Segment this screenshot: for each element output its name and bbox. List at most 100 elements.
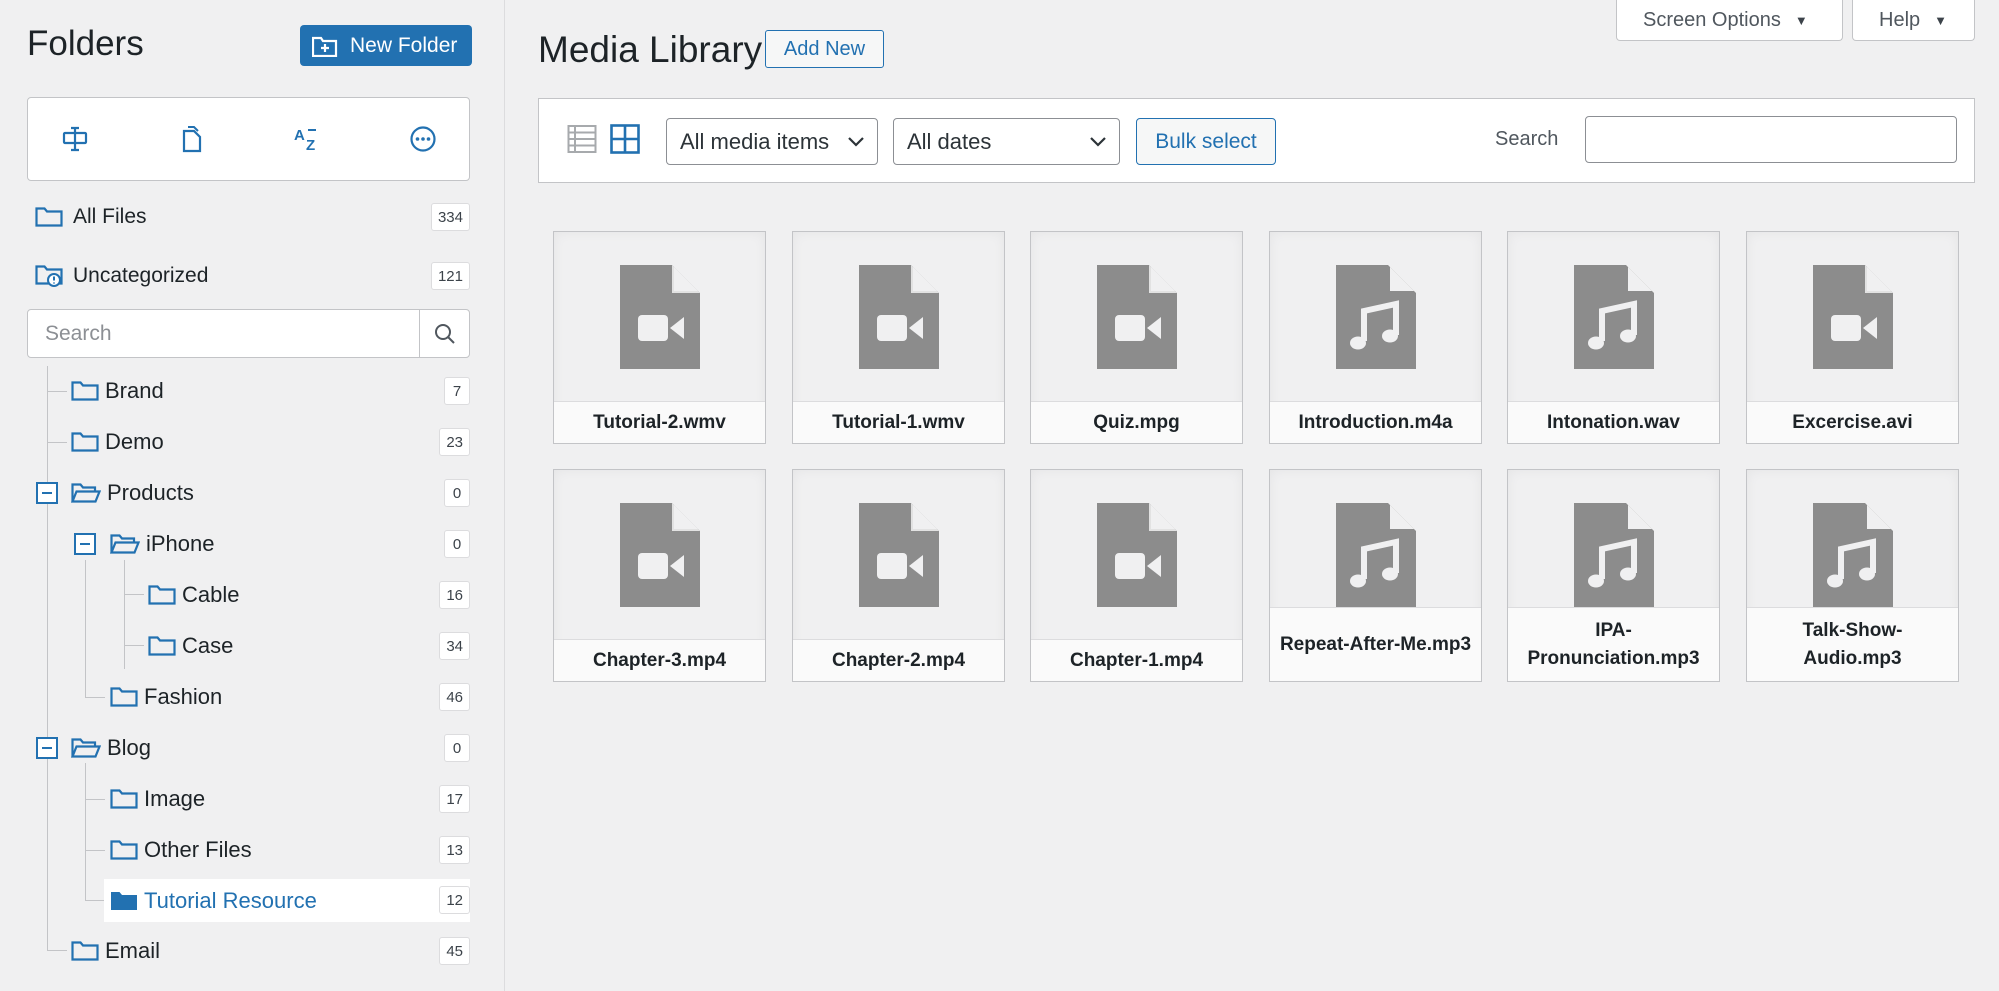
- media-thumbnail: [1031, 232, 1242, 401]
- new-folder-button[interactable]: New Folder: [300, 25, 472, 66]
- svg-text:A: A: [294, 127, 305, 144]
- media-search-input[interactable]: [1585, 116, 1957, 163]
- folders-title: Folders: [27, 24, 144, 63]
- uncategorized-label: Uncategorized: [73, 264, 209, 287]
- help-button[interactable]: Help ▼: [1852, 0, 1975, 41]
- tree-item-other-files[interactable]: Other Files 13: [27, 830, 470, 870]
- folders-sidebar: Folders New Folder AZ All Files 334 Unca…: [0, 0, 505, 991]
- video-file-icon: [1812, 265, 1893, 369]
- tree-item-label: Products: [107, 480, 194, 505]
- tree-item-label: Blog: [107, 735, 152, 760]
- audio-file-icon: [1335, 265, 1416, 369]
- folder-search: [27, 309, 470, 358]
- media-item[interactable]: IPA-Pronunciation.mp3: [1507, 469, 1720, 682]
- tree-item-label: Case: [182, 633, 234, 658]
- dates-select[interactable]: All dates: [893, 118, 1120, 165]
- tree-item-tutorial-resource[interactable]: Tutorial Resource 12: [104, 879, 470, 922]
- media-item[interactable]: Intonation.wav: [1507, 231, 1720, 444]
- media-filename: Tutorial-1.wmv: [793, 401, 1004, 443]
- media-item[interactable]: Tutorial-1.wmv: [792, 231, 1005, 444]
- caret-down-icon: ▼: [1934, 12, 1948, 28]
- uncategorized-item[interactable]: Uncategorized 121: [27, 256, 470, 296]
- media-thumbnail: [1270, 232, 1481, 401]
- tree-item-email[interactable]: Email 45: [27, 931, 470, 971]
- media-item[interactable]: Talk-Show-Audio.mp3: [1746, 469, 1959, 682]
- svg-text:Z: Z: [306, 137, 315, 153]
- tree-item-label: Cable: [182, 582, 240, 607]
- sort-az-icon[interactable]: AZ: [293, 124, 323, 154]
- tree-item-case[interactable]: Case 34: [27, 626, 470, 666]
- media-type-select[interactable]: All media items: [666, 118, 878, 165]
- uncategorized-count: 121: [430, 262, 470, 290]
- screen-options-button[interactable]: Screen Options ▼: [1616, 0, 1843, 41]
- search-icon[interactable]: [419, 310, 469, 357]
- folder-icon: [71, 432, 99, 452]
- all-files-item[interactable]: All Files 334: [27, 197, 470, 237]
- media-filename: IPA-Pronunciation.mp3: [1508, 607, 1719, 681]
- media-filename: Talk-Show-Audio.mp3: [1747, 607, 1958, 681]
- media-item[interactable]: Chapter-1.mp4: [1030, 469, 1243, 682]
- add-new-button[interactable]: Add New: [765, 30, 884, 68]
- audio-file-icon: [1573, 503, 1654, 607]
- media-filename: Excercise.avi: [1747, 401, 1958, 443]
- media-thumbnail: [554, 232, 765, 401]
- media-item[interactable]: Introduction.m4a: [1269, 231, 1482, 444]
- tree-item-image[interactable]: Image 17: [27, 779, 470, 819]
- folder-icon: [148, 585, 176, 605]
- media-item[interactable]: Chapter-3.mp4: [553, 469, 766, 682]
- dates-value: All dates: [907, 128, 992, 154]
- media-item[interactable]: Quiz.mpg: [1030, 231, 1243, 444]
- screen-options-label: Screen Options: [1643, 8, 1781, 31]
- rename-icon[interactable]: [61, 124, 91, 154]
- media-item[interactable]: Excercise.avi: [1746, 231, 1959, 444]
- folder-icon: [110, 687, 138, 707]
- tree-item-products[interactable]: Products 0: [27, 473, 470, 513]
- tree-item-label: Fashion: [144, 684, 223, 709]
- collapse-icon[interactable]: [74, 533, 96, 555]
- bulk-select-button[interactable]: Bulk select: [1136, 118, 1276, 165]
- grid-view-icon[interactable]: [610, 124, 640, 154]
- tree-item-count: 7: [444, 377, 470, 405]
- tree-item-blog[interactable]: Blog 0: [27, 728, 470, 768]
- media-filename: Repeat-After-Me.mp3: [1270, 607, 1481, 681]
- tree-item-count: 0: [444, 530, 470, 558]
- uncategorized-folder-icon: [35, 265, 63, 287]
- help-label: Help: [1879, 8, 1921, 31]
- tree-item-iphone[interactable]: iPhone 0: [27, 524, 470, 564]
- video-file-icon: [858, 265, 939, 369]
- all-files-count: 334: [430, 203, 470, 231]
- video-file-icon: [619, 503, 700, 607]
- folder-open-icon: [110, 534, 140, 554]
- collapse-icon[interactable]: [36, 482, 58, 504]
- media-thumbnail: [1508, 232, 1719, 401]
- tree-item-label: Email: [105, 938, 161, 963]
- tree-item-cable[interactable]: Cable 16: [27, 575, 470, 615]
- video-file-icon: [619, 265, 700, 369]
- media-item[interactable]: Repeat-After-Me.mp3: [1269, 469, 1482, 682]
- collapse-icon[interactable]: [36, 737, 58, 759]
- tree-item-demo[interactable]: Demo 23: [27, 422, 470, 462]
- tree-item-count: 46: [439, 683, 470, 711]
- all-files-label: All Files: [73, 205, 147, 228]
- tree-item-count: 34: [439, 632, 470, 660]
- tree-item-fashion[interactable]: Fashion 46: [27, 677, 470, 717]
- folder-search-input[interactable]: [28, 310, 419, 357]
- new-file-icon[interactable]: [177, 124, 207, 154]
- more-icon[interactable]: [408, 124, 438, 154]
- new-folder-label: New Folder: [350, 33, 458, 57]
- folder-icon: [110, 840, 138, 860]
- tree-item-count: 45: [439, 937, 470, 965]
- media-item[interactable]: Tutorial-2.wmv: [553, 231, 766, 444]
- list-view-icon[interactable]: [567, 124, 597, 154]
- media-thumbnail: [793, 470, 1004, 639]
- chevron-down-icon: [1090, 137, 1106, 147]
- tree-item-count: 13: [439, 836, 470, 864]
- tree-item-count: 16: [439, 581, 470, 609]
- folder-open-icon: [71, 483, 101, 503]
- media-item[interactable]: Chapter-2.mp4: [792, 469, 1005, 682]
- folder-toolbar: AZ: [27, 97, 470, 181]
- tree-item-brand[interactable]: Brand 7: [27, 371, 470, 411]
- audio-file-icon: [1812, 503, 1893, 607]
- tree-item-count: 17: [439, 785, 470, 813]
- folder-icon: [110, 789, 138, 809]
